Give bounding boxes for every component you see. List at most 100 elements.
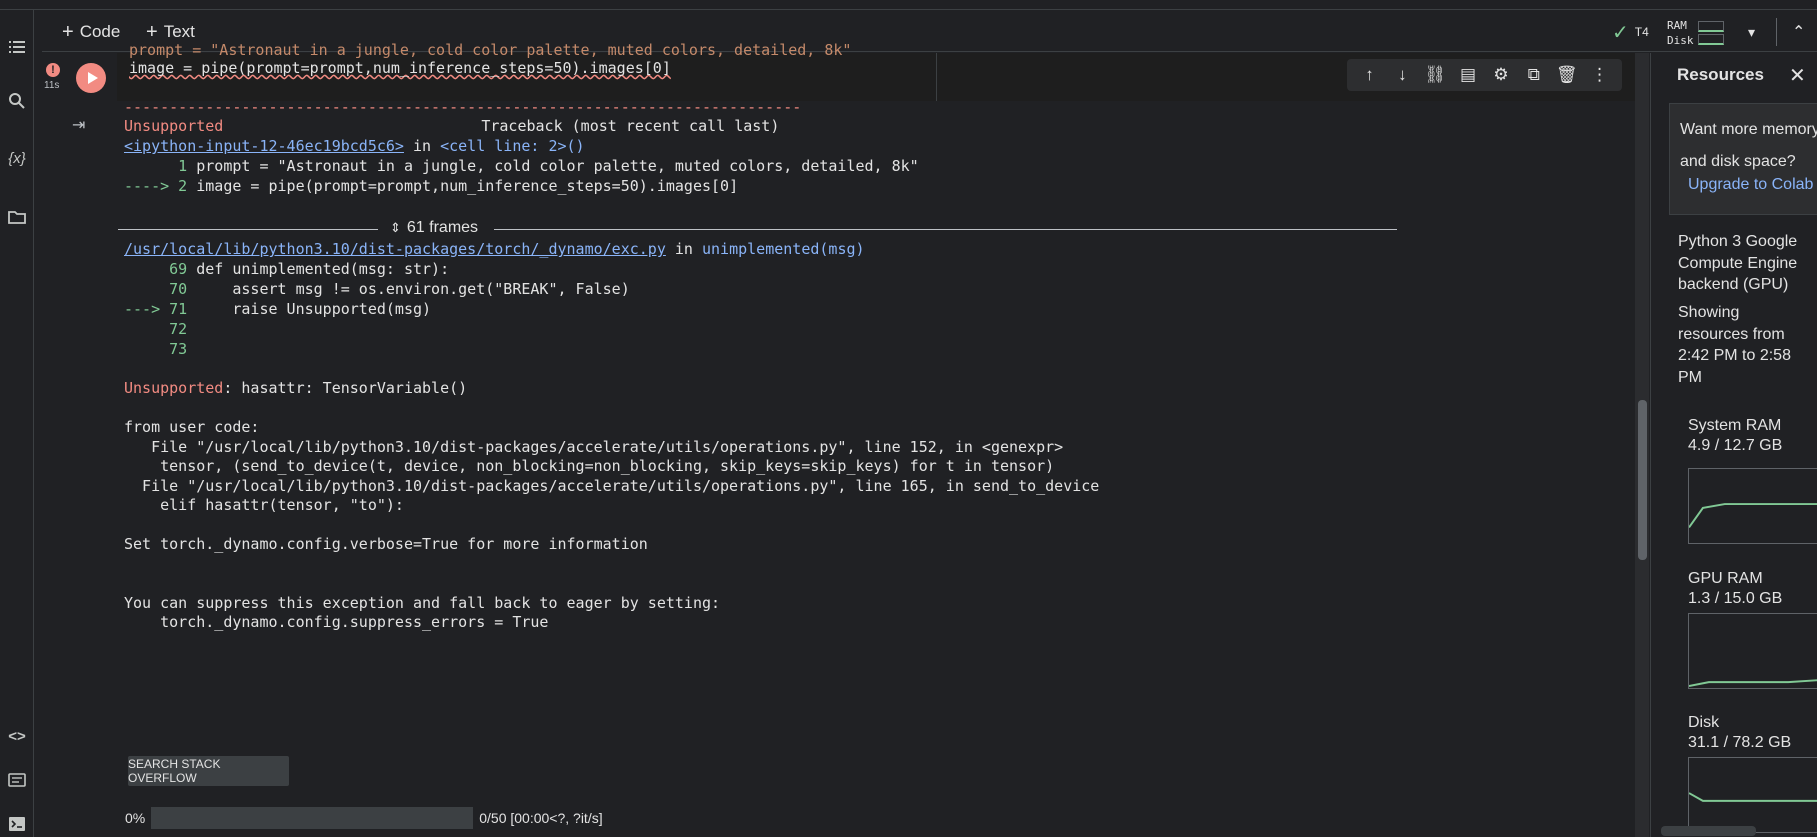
line-arrow: ---> 71 bbox=[124, 300, 197, 318]
ram-mini-bar bbox=[1697, 21, 1724, 32]
frames-divider-left bbox=[118, 229, 378, 230]
progress-stats: 0/50 [00:00<?, ?it/s] bbox=[479, 810, 603, 826]
line-number: 70 bbox=[124, 280, 197, 298]
window-top-strip bbox=[0, 0, 1817, 10]
final-error-name: Unsupported bbox=[124, 379, 224, 397]
collapsed-frames[interactable]: ⇕ 61 frames bbox=[118, 219, 1403, 239]
suppress-hint-1: You can suppress this exception and fall… bbox=[124, 594, 721, 612]
disk-label: Disk bbox=[1688, 714, 1720, 731]
ram-label: RAM bbox=[1667, 19, 1687, 32]
disk-value: 31.1 / 78.2 GB bbox=[1688, 734, 1792, 751]
from-user-code: from user code: bbox=[124, 418, 260, 436]
settings-gear-icon[interactable]: ⚙ bbox=[1490, 65, 1512, 85]
search-stack-overflow-button[interactable]: SEARCH STACK OVERFLOW bbox=[128, 756, 289, 786]
frames-count: 61 frames bbox=[406, 219, 479, 236]
line-arrow: ----> 2 bbox=[124, 177, 197, 195]
close-icon[interactable]: ✕ bbox=[1789, 63, 1806, 88]
frame-line-73: 73 bbox=[124, 340, 197, 358]
frames-toggle[interactable]: ⇕ 61 frames bbox=[390, 219, 478, 237]
resources-title: Resources bbox=[1677, 65, 1764, 84]
variables-icon[interactable]: {x} bbox=[6, 147, 28, 169]
user-code-line-2: tensor, (send_to_device(t, device, non_b… bbox=[124, 457, 1055, 475]
frame-line-71: ---> 71 raise Unsupported(msg) bbox=[124, 300, 431, 320]
disk-graph bbox=[1688, 757, 1817, 833]
exc-file-link[interactable]: /usr/local/lib/python3.10/dist-packages/… bbox=[124, 240, 666, 258]
expand-frames-icon: ⇕ bbox=[390, 220, 401, 235]
table-of-contents-icon[interactable] bbox=[6, 36, 28, 58]
ram-disk-indicator[interactable]: RAM Disk bbox=[1667, 13, 1724, 53]
move-down-icon[interactable]: ↓ bbox=[1391, 65, 1413, 85]
code-line-image: image = pipe(prompt=prompt,num_inference… bbox=[129, 59, 671, 77]
backend-info: Python 3 Google Compute Engine backend (… bbox=[1678, 233, 1798, 293]
traceback-header: Unsupported Traceback (most recent call l… bbox=[124, 117, 779, 137]
cell-gutter: ! 11s ⇥ bbox=[42, 53, 117, 837]
delete-icon[interactable]: 🗑 bbox=[1556, 65, 1578, 85]
disk-mini-bar bbox=[1697, 34, 1724, 45]
system-ram-graph bbox=[1688, 468, 1817, 544]
frame-line-70: 70 assert msg != os.environ.get("BREAK",… bbox=[124, 280, 630, 300]
frame-line-72: 72 bbox=[124, 320, 197, 338]
mirror-cell-icon[interactable]: ⧉ bbox=[1523, 65, 1545, 85]
time-range-info: Showing resources from 2:42 PM to 2:58 P… bbox=[1678, 304, 1791, 386]
verbose-hint: Set torch._dynamo.config.verbose=True fo… bbox=[124, 535, 648, 553]
run-cell-button[interactable] bbox=[76, 63, 106, 93]
progress-percent: 0% bbox=[125, 810, 146, 826]
suppress-hint-2: torch._dynamo.config.suppress_errors = T… bbox=[124, 613, 549, 631]
gpu-ram-graph bbox=[1688, 613, 1817, 689]
progress-bar bbox=[151, 807, 474, 829]
system-ram-label: System RAM bbox=[1688, 417, 1782, 434]
traceback-input-line: <ipython-input-12-46ec19bcd5c6> in <cell… bbox=[124, 137, 585, 157]
gpu-ram-value: 1.3 / 15.0 GB bbox=[1688, 590, 1783, 607]
traceback-file-line: /usr/local/lib/python3.10/dist-packages/… bbox=[124, 240, 865, 260]
traceback-title: Traceback (most recent call last) bbox=[481, 117, 780, 135]
system-ram-value: 4.9 / 12.7 GB bbox=[1688, 437, 1783, 454]
command-palette-icon[interactable] bbox=[6, 769, 28, 791]
upsell-message: Want more memory and disk space? bbox=[1680, 121, 1817, 170]
final-error: Unsupported: hasattr: TensorVariable() bbox=[124, 379, 467, 399]
gpu-ram-label: GPU RAM bbox=[1688, 570, 1763, 587]
runtime-status[interactable]: ✓ T4 bbox=[1612, 12, 1649, 52]
user-code-line-1: File "/usr/local/lib/python3.10/dist-pac… bbox=[124, 438, 1064, 456]
final-error-message: : hasattr: TensorVariable() bbox=[223, 379, 468, 397]
in-keyword: in bbox=[403, 137, 441, 155]
resources-scrollbar[interactable] bbox=[1661, 826, 1756, 836]
search-icon[interactable] bbox=[6, 90, 28, 112]
move-up-icon[interactable]: ↑ bbox=[1358, 65, 1380, 85]
add-code-label: Code bbox=[79, 22, 121, 41]
link-icon[interactable]: ⛓ bbox=[1424, 65, 1446, 85]
user-code-line-3: File "/usr/local/lib/python3.10/dist-pac… bbox=[124, 477, 1100, 495]
cell-location: <cell line: 2>() bbox=[440, 137, 585, 155]
user-code-line-4: elif hasattr(tensor, "to"): bbox=[124, 496, 404, 514]
toolbar-divider bbox=[1776, 18, 1777, 46]
collapse-header-icon[interactable]: ⌃ bbox=[1792, 12, 1805, 52]
execution-time: 11s bbox=[44, 80, 60, 91]
line-text: raise Unsupported(msg) bbox=[196, 300, 432, 318]
code-snippets-icon[interactable]: <> bbox=[6, 725, 28, 747]
disk-label: Disk bbox=[1667, 34, 1694, 47]
code-cell-editor[interactable]: prompt = "Astronaut in a jungle, cold co… bbox=[117, 41, 937, 101]
notebook-area: ! 11s ⇥ prompt = "Astronaut in a jungle,… bbox=[42, 41, 1637, 837]
files-folder-icon[interactable] bbox=[6, 206, 28, 228]
notebook-scrollbar-thumb[interactable] bbox=[1638, 400, 1647, 560]
more-vert-icon[interactable]: ⋮ bbox=[1589, 65, 1611, 85]
ipython-input-link[interactable]: <ipython-input-12-46ec19bcd5c6> bbox=[124, 137, 404, 155]
connected-check-icon: ✓ bbox=[1612, 21, 1629, 44]
add-code-button[interactable]: + Code bbox=[62, 20, 120, 44]
plus-icon: + bbox=[146, 21, 158, 43]
add-text-label: Text bbox=[163, 22, 195, 41]
error-badge-icon: ! bbox=[46, 63, 60, 77]
terminal-icon[interactable] bbox=[6, 813, 28, 835]
traceback-line-1: 1 prompt = "Astronaut in a jungle, cold … bbox=[124, 157, 919, 177]
upgrade-link[interactable]: Upgrade to Colab bbox=[1688, 176, 1813, 194]
more-vert-icon[interactable]: ⋮ bbox=[1813, 63, 1817, 88]
output-menu-icon[interactable]: ⇥ bbox=[72, 115, 85, 135]
left-sidebar: {x} <> bbox=[0, 10, 34, 837]
frame-line-69: 69 def unimplemented(msg: str): bbox=[124, 260, 449, 280]
exception-name: Unsupported bbox=[124, 117, 224, 135]
runtime-dropdown-icon[interactable]: ▾ bbox=[1748, 12, 1755, 52]
resources-panel: Resources ✕ ⋮ Want more memory and disk … bbox=[1650, 53, 1817, 837]
line-text: assert msg != os.environ.get("BREAK", Fa… bbox=[196, 280, 630, 298]
comment-icon[interactable]: ▤ bbox=[1457, 65, 1479, 85]
in-keyword: in bbox=[665, 240, 702, 258]
function-name: unimplemented(msg) bbox=[701, 240, 865, 258]
